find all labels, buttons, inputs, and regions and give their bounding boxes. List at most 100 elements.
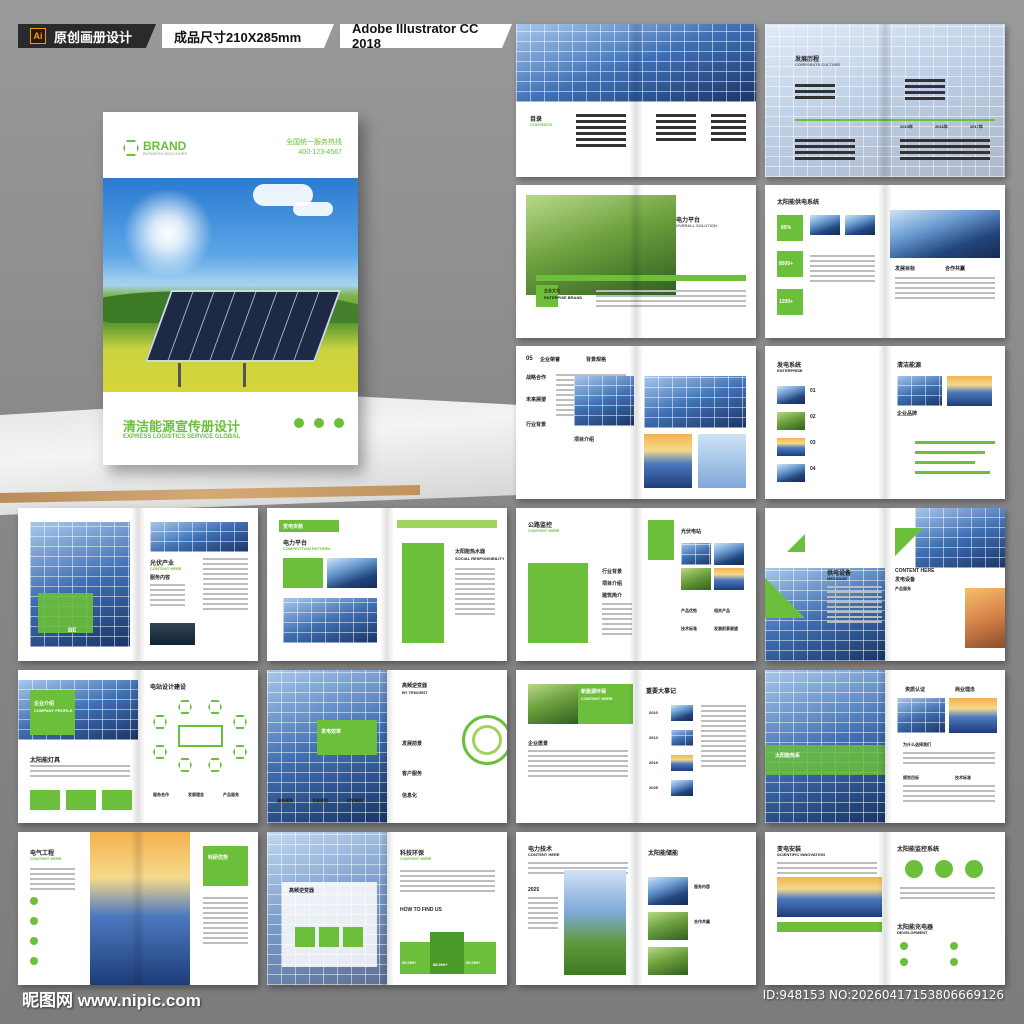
spread-title: 商业理念 — [955, 687, 976, 693]
spread-subtitle: CONTENT HERE — [528, 528, 560, 533]
spread-power-platform: 电力平台 OVERALL SOLUTION 企业文化 ENTERPISE BRA… — [516, 185, 756, 338]
spread-subtitle: BY TENCENT — [402, 690, 428, 695]
accent-box — [319, 927, 339, 947]
phone-icon — [294, 418, 304, 428]
cover-title: 清洁能源宣传册设计 — [123, 419, 241, 434]
spread-photo — [681, 543, 711, 565]
feature-icon — [935, 860, 953, 878]
spread-label: 产品服务 — [223, 792, 239, 797]
spread-label: 服务周到 — [277, 798, 293, 803]
spread-photo — [90, 832, 190, 985]
stat-value: 85% — [781, 225, 792, 231]
stat-box — [464, 942, 496, 974]
spread-title: 清洁能源 — [897, 363, 922, 369]
accent-band — [765, 745, 885, 775]
spread-label: 产品优势 — [681, 608, 697, 613]
spread-photo — [949, 698, 997, 733]
spread-label: 战略合作 — [526, 375, 547, 381]
cover-brand: BRAND BUSINESS BROCHURE — [143, 140, 187, 156]
cover-phone: 全国统一服务热线 400-123-4567 — [286, 138, 342, 158]
bullet-icon — [30, 937, 38, 945]
stat-value: 8500+ — [779, 261, 794, 267]
hexagon-icon — [153, 715, 167, 729]
spread-subtitle: CONTENT HERE — [581, 696, 613, 701]
spread-pv-industry: BE 光伏产业 CONTENT HERE 服务内容 — [18, 508, 258, 661]
spread-label: 技术标准 — [681, 626, 697, 631]
panel-leg — [178, 363, 181, 387]
accent-box — [283, 558, 323, 588]
spread-photo — [897, 376, 942, 406]
timeline-year: 2013 — [649, 735, 658, 740]
text-lines — [203, 897, 248, 947]
spread-photo — [897, 698, 945, 733]
spread-label: 企业文化 — [544, 288, 560, 293]
spread-label: 规划目标 — [903, 775, 919, 780]
spread-label: 背景规划 — [312, 798, 328, 803]
spread-subtitle: ENTERPRISE — [777, 368, 803, 373]
image-id: ID:948153 NO:20260417153806669126 — [762, 988, 1004, 1002]
illustrator-icon: Ai — [30, 28, 46, 44]
title-bar — [397, 520, 497, 528]
spread-substation-install: 变电安装 SCIENTIFIC INNOVATION 太阳能监控系统 太阳能充电… — [765, 832, 1005, 985]
spread-label: 发展目标 — [895, 266, 916, 272]
spread-title: 太阳能灯具 — [30, 758, 61, 764]
stat-value: 1200+ — [779, 299, 794, 305]
spread-photo — [671, 780, 693, 796]
spread-label: 项目介绍 — [574, 437, 595, 443]
timeline-year: 2025 — [649, 785, 658, 790]
brochure-cover: BRAND BUSINESS BROCHURE 全国统一服务热线 400-123… — [103, 112, 358, 465]
spread-photo — [644, 376, 746, 428]
spread-label: 建筑简介 — [602, 593, 623, 599]
bullet-icon — [30, 897, 38, 905]
text-lines — [203, 558, 248, 613]
text-lines — [711, 114, 746, 144]
spread-photo — [777, 412, 805, 430]
spread-subtitle: SCIENTIFIC INNOVATION — [777, 852, 825, 857]
accent-box — [66, 790, 96, 810]
size-tag-label: 成品尺寸210X285mm — [174, 29, 302, 45]
list-number: 04 — [810, 466, 816, 472]
progress-bar — [915, 461, 975, 464]
stat-value: 30.000+ — [402, 960, 417, 965]
timeline-bar — [536, 275, 746, 281]
spread-photo — [574, 376, 634, 426]
phone-number: 400-123-4567 — [298, 149, 342, 156]
spread-photo — [648, 877, 688, 905]
spread-power-equipment: 供电设备 MESSAGE CONTENT HERE 发电设备 产品服务 — [765, 508, 1005, 661]
bullet-icon — [30, 957, 38, 965]
cover-photo — [103, 178, 358, 392]
accent-box — [203, 846, 248, 886]
hexagon-icon — [208, 758, 222, 772]
text-lines — [895, 277, 995, 302]
spread-electrical-engineering: 电气工程 CONTENT HERE 科研优势 — [18, 832, 258, 985]
spread-title: 太阳能储能 — [648, 851, 679, 857]
software-tag-label: Adobe Illustrator CC 2018 — [352, 21, 479, 51]
cover-subtitle: EXPRESS LOGISTICS SERVICE GLOBAL — [123, 434, 241, 440]
spread-subtitle: COMPETITION PATTERN — [283, 546, 331, 551]
list-number: 02 — [810, 414, 816, 420]
text-lines — [30, 868, 75, 893]
text-lines — [656, 114, 696, 144]
spread-photo — [150, 623, 195, 645]
bullet-icon — [950, 958, 958, 966]
spread-photo — [714, 543, 744, 565]
text-lines — [810, 255, 875, 285]
hexagon-icon — [233, 745, 247, 759]
spread-label: 信息化 — [402, 793, 418, 799]
spread-label: 太阳能热系 — [775, 753, 801, 759]
text-lines — [777, 862, 877, 877]
spread-label: 项目介绍 — [602, 581, 623, 587]
spread-subtitle: CORPORATE CULTURE — [795, 62, 841, 67]
spread-inverter: 发电效率 服务周到 背景规划 科学研究 高频逆变器 BY TENCENT 发展前… — [267, 670, 507, 823]
spread-subtitle: CONTENT HERE — [150, 566, 182, 571]
progress-bar — [915, 471, 990, 474]
text-lines — [900, 139, 990, 163]
text-lines — [701, 705, 746, 770]
list-number: 01 — [810, 388, 816, 394]
spread-label: 科学研究 — [347, 798, 363, 803]
stat-value: 85.000+ — [433, 962, 448, 967]
center-frame — [178, 725, 223, 747]
spread-label: 相关产品 — [714, 608, 730, 613]
location-icon — [334, 418, 344, 428]
accent-box — [343, 927, 363, 947]
